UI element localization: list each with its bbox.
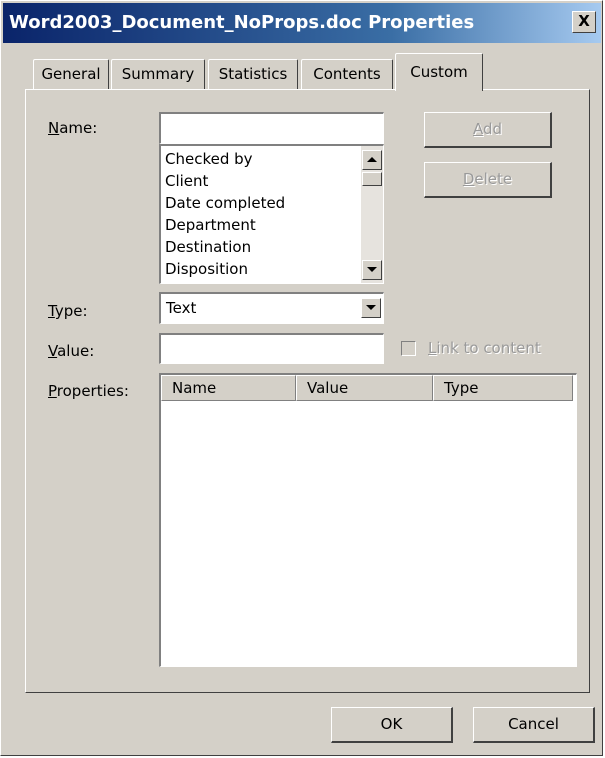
list-item[interactable]: Checked by [165,150,253,168]
type-select[interactable]: Text [159,292,384,324]
tab-general[interactable]: General [33,59,109,89]
name-label: Name: [48,119,98,137]
close-button[interactable]: X [572,11,596,33]
scroll-thumb[interactable] [362,172,382,186]
list-scrollbar[interactable] [361,146,383,283]
window-title: Word2003_Document_NoProps.doc Properties [9,12,475,33]
scroll-down-button[interactable] [362,260,382,280]
list-item[interactable]: Department [165,216,256,234]
tab-custom[interactable]: Custom [395,53,483,91]
link-to-content-label: Link to content [428,339,541,357]
list-item[interactable]: Disposition [165,260,248,278]
custom-tab-panel: Name: Checked by Client Date completed D… [25,89,590,693]
name-options-list[interactable]: Checked by Client Date completed Departm… [159,144,384,284]
arrow-down-icon [367,267,377,272]
list-item[interactable]: Date completed [165,194,285,212]
arrow-up-icon [367,157,377,162]
column-header-value[interactable]: Value [296,375,433,401]
value-input[interactable] [159,333,384,364]
list-item[interactable]: Client [165,172,208,190]
scroll-up-button[interactable] [362,150,382,170]
link-to-content-checkbox[interactable] [401,341,416,356]
chevron-down-icon [366,305,376,310]
title-bar[interactable]: Word2003_Document_NoProps.doc Properties… [3,3,601,43]
properties-table[interactable]: Name Value Type [159,373,577,667]
cancel-button[interactable]: Cancel [473,707,595,743]
tab-summary[interactable]: Summary [111,59,205,89]
tab-contents[interactable]: Contents [301,59,393,89]
list-item[interactable]: Destination [165,238,251,256]
name-input[interactable] [159,112,384,144]
delete-button[interactable]: Delete [424,162,552,198]
properties-dialog: Word2003_Document_NoProps.doc Properties… [0,0,603,756]
type-selected-value: Text [166,299,197,317]
properties-label: Properties: [48,382,129,400]
column-header-type[interactable]: Type [433,375,573,401]
ok-button[interactable]: OK [331,707,453,743]
tab-statistics[interactable]: Statistics [208,59,298,89]
add-button[interactable]: Add [424,112,552,148]
column-header-name[interactable]: Name [161,375,296,401]
value-label: Value: [48,342,95,360]
type-label: Type: [48,302,88,320]
type-dropdown-button[interactable] [361,298,381,318]
